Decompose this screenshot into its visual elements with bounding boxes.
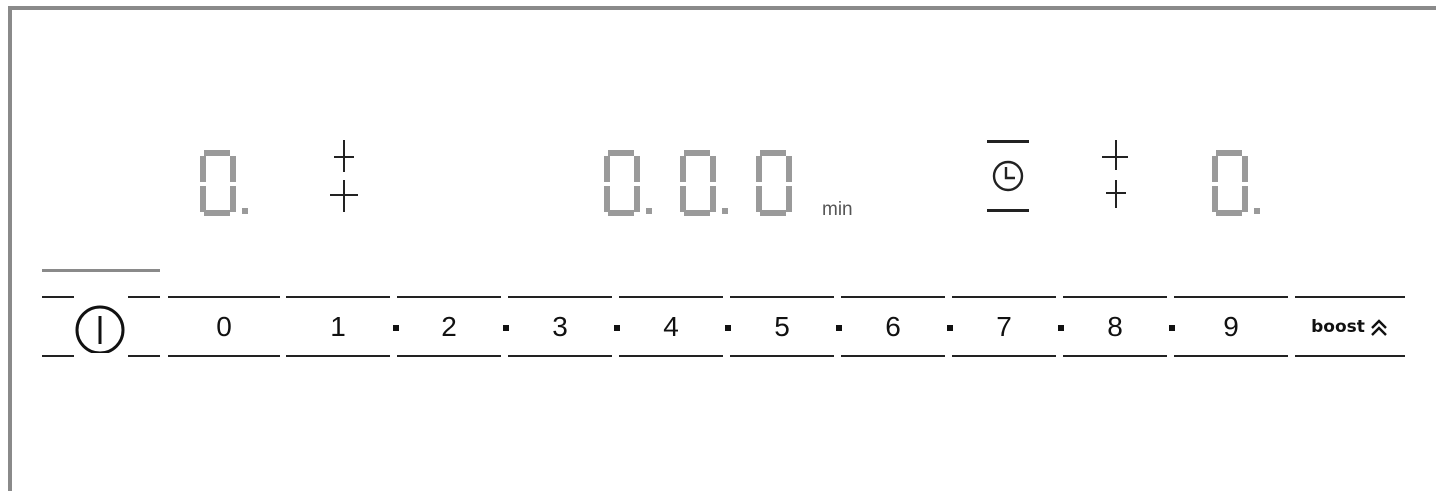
power-key-top-left-line xyxy=(42,296,74,298)
slider-line-top xyxy=(730,296,834,298)
slider-line-top xyxy=(397,296,501,298)
power-level-key-2[interactable]: 2 xyxy=(397,306,501,348)
half-step-dot[interactable] xyxy=(614,325,620,331)
power-key-top-right-line xyxy=(128,296,160,298)
panel-frame-left xyxy=(8,6,12,491)
half-step-dot[interactable] xyxy=(503,325,509,331)
zone-selection-indicator xyxy=(42,269,160,272)
slider-line-bottom xyxy=(952,355,1056,357)
power-key-bottom-right-line xyxy=(128,355,160,357)
slider-line-top xyxy=(841,296,945,298)
power-level-key-1[interactable]: 1 xyxy=(286,306,390,348)
half-step-dot[interactable] xyxy=(1058,325,1064,331)
slider-line-bottom xyxy=(397,355,501,357)
boost-button[interactable]: boost xyxy=(1295,306,1405,348)
power-level-key-3[interactable]: 3 xyxy=(508,306,612,348)
boost-label: boost xyxy=(1311,317,1365,337)
slider-line-top xyxy=(619,296,723,298)
power-key-bottom-left-line xyxy=(42,355,74,357)
timer-digit-display xyxy=(604,150,792,216)
slider-line-bottom xyxy=(168,355,280,357)
slider-line-top xyxy=(168,296,280,298)
power-level-key-9[interactable]: 9 xyxy=(1174,306,1288,348)
power-level-key-0[interactable]: 0 xyxy=(168,306,280,348)
slider-line-bottom xyxy=(1063,355,1167,357)
power-level-key-8[interactable]: 8 xyxy=(1063,306,1167,348)
slider-line-top xyxy=(508,296,612,298)
slider-line-bottom xyxy=(1295,355,1405,357)
power-level-key-4[interactable]: 4 xyxy=(619,306,723,348)
slider-line-top xyxy=(1063,296,1167,298)
half-step-dot[interactable] xyxy=(725,325,731,331)
slider-line-bottom xyxy=(286,355,390,357)
slider-line-top xyxy=(1295,296,1405,298)
timer-unit-label: min xyxy=(822,199,853,220)
slider-line-bottom xyxy=(508,355,612,357)
power-icon[interactable] xyxy=(72,305,128,353)
slider-line-top xyxy=(1174,296,1288,298)
half-step-dot[interactable] xyxy=(393,325,399,331)
slider-line-top xyxy=(286,296,390,298)
panel-frame-top xyxy=(8,6,1436,10)
power-level-key-5[interactable]: 5 xyxy=(730,306,834,348)
slider-line-bottom xyxy=(1174,355,1288,357)
boost-chevron-icon xyxy=(1371,319,1387,336)
half-step-dot[interactable] xyxy=(836,325,842,331)
power-level-key-7[interactable]: 7 xyxy=(952,306,1056,348)
left-zone-digit-display xyxy=(200,150,248,216)
slider-line-bottom xyxy=(619,355,723,357)
slider-line-bottom xyxy=(841,355,945,357)
timer-clock-icon[interactable] xyxy=(985,138,1031,216)
right-heat-indicator-icon xyxy=(1102,140,1128,208)
slider-line-bottom xyxy=(730,355,834,357)
half-step-dot[interactable] xyxy=(947,325,953,331)
slider-line-top xyxy=(952,296,1056,298)
power-level-key-6[interactable]: 6 xyxy=(841,306,945,348)
half-step-dot[interactable] xyxy=(1169,325,1175,331)
left-heat-indicator-icon xyxy=(330,140,358,212)
right-zone-digit-display xyxy=(1212,150,1260,216)
